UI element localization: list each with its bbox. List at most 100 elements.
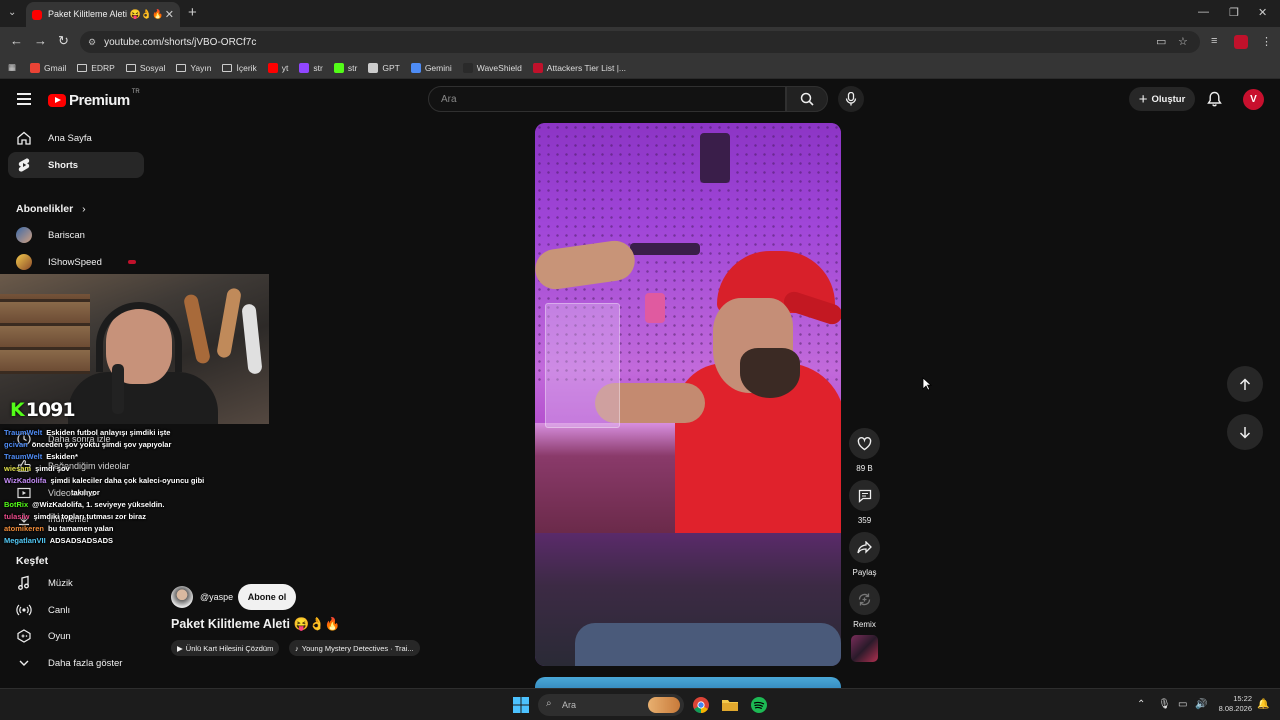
close-window-button[interactable]: ✕ (1258, 6, 1267, 19)
browser-tab-active[interactable]: Paket Kilitleme Aleti 😝👌🔥 ✕ (26, 2, 180, 27)
comments-action[interactable]: 359 (849, 480, 880, 525)
music-note-icon (18, 575, 29, 590)
remix-button[interactable] (849, 584, 880, 615)
sidebar-item-label: Canlı (48, 604, 71, 616)
chip-label: Ünlü Kart Hilesini Çözdüm (185, 643, 274, 653)
network-icon[interactable]: ▭ (1178, 699, 1187, 710)
sidebar-show-more[interactable]: Daha fazla göster (8, 650, 144, 676)
live-indicator-icon (128, 260, 136, 264)
restore-button[interactable]: ❐ (1229, 6, 1239, 19)
bookmark-item[interactable]: Gmail (30, 62, 66, 73)
bookmark-label: GPT (382, 62, 400, 73)
bookmark-item[interactable]: yt (267, 62, 288, 73)
tray-mic-icon[interactable]: 🎙 (1158, 699, 1171, 710)
tierlist-icon (532, 62, 543, 73)
folder-icon (176, 63, 187, 72)
windows-taskbar: ⌕ Ara ⌃ 🎙 ▭ 🔊 15:22 8.08.2026 🔔 (0, 688, 1280, 720)
new-tab-button[interactable]: + (188, 4, 197, 21)
gamepad-icon (17, 629, 31, 643)
previous-short-button[interactable] (1227, 366, 1263, 402)
subscribe-button[interactable]: Abone ol (238, 584, 296, 610)
comment-count: 359 (857, 516, 872, 525)
windows-start-icon[interactable] (512, 696, 530, 714)
chat-username: TraumWelt (4, 428, 43, 437)
close-tab-icon[interactable]: ✕ (165, 8, 174, 21)
reload-icon[interactable]: ↻ (58, 33, 69, 49)
sound-thumbnail[interactable] (851, 635, 878, 662)
bookmark-label: str (313, 62, 323, 73)
bookmark-item[interactable]: Sosyal (125, 63, 165, 73)
hamburger-menu-icon[interactable] (17, 93, 31, 105)
youtube-premium-logo[interactable]: Premium TR (48, 89, 140, 109)
voice-search-button[interactable] (838, 86, 864, 112)
search-button[interactable] (786, 86, 828, 112)
music-note-icon: ♪ (295, 643, 299, 653)
apps-grid-icon[interactable]: ▦ (8, 62, 16, 73)
comments-button[interactable] (849, 480, 880, 511)
bookmark-item[interactable]: Yayın (176, 63, 211, 73)
bookmark-label: Yayın (190, 62, 212, 73)
account-avatar[interactable]: V (1243, 89, 1264, 110)
notification-center-icon[interactable]: 🔔 (1257, 699, 1269, 710)
sidebar-item-gaming[interactable]: Oyun (8, 623, 144, 649)
sidebar-item-live[interactable]: Canlı (8, 597, 144, 623)
chrome-icon[interactable] (692, 696, 710, 714)
comment-icon (858, 489, 871, 503)
forward-icon[interactable]: → (34, 33, 47, 48)
chatgpt-icon (368, 62, 379, 73)
chat-username: MegatlanVII (4, 536, 46, 545)
guitar-decor (216, 287, 242, 359)
file-explorer-icon[interactable] (721, 696, 739, 714)
chat-text: şimdiki topları tutması zor biraz (33, 512, 146, 521)
share-action[interactable]: Paylaş (849, 532, 880, 577)
extension-icon[interactable] (1234, 35, 1248, 49)
sidebar-item-shorts[interactable]: Shorts (8, 152, 144, 178)
related-video-chip[interactable]: ▶ Ünlü Kart Hilesini Çözdüm (171, 640, 280, 656)
taskbar-search[interactable]: ⌕ Ara (538, 694, 684, 716)
sound-chip[interactable]: ♪ Young Mystery Detectives · Trai... (289, 640, 420, 656)
back-icon[interactable]: ← (10, 33, 23, 48)
country-code: TR (131, 89, 140, 95)
volume-icon[interactable]: 🔊 (1195, 699, 1207, 710)
arrow-down-icon (1239, 426, 1251, 439)
notifications-bell-icon[interactable] (1207, 91, 1222, 107)
chat-username: WizKadolifa (4, 476, 47, 485)
sidebar-item-home[interactable]: Ana Sayfa (8, 125, 144, 151)
like-button[interactable] (849, 428, 880, 459)
search-input[interactable]: Ara (428, 86, 786, 112)
chat-message: WizKadolifa şimdi kaleciler daha çok kale… (4, 475, 264, 487)
channel-avatar[interactable] (171, 586, 193, 608)
tab-search-dropdown-icon[interactable]: ⌄ (8, 7, 16, 18)
menu-kebab-icon[interactable]: ⋮ (1261, 35, 1272, 48)
bookmark-item[interactable]: WaveShield (462, 62, 522, 73)
subscriptions-header[interactable]: Abonelikler › (16, 203, 86, 215)
arrow-up-icon (1239, 377, 1251, 390)
site-info-icon[interactable]: ⚙ (88, 37, 96, 48)
short-title: Paket Kilitleme Aleti 😝👌🔥 (171, 617, 341, 631)
sidebar-item-music[interactable]: Müzik (8, 570, 144, 596)
address-bar[interactable]: ⚙ youtube.com/shorts/jVBO-ORCf7c (80, 31, 1200, 53)
bookmark-item[interactable]: EDRP (77, 63, 115, 73)
bookmark-item[interactable]: İçerik (222, 63, 257, 73)
bookmark-item[interactable]: str (333, 62, 357, 73)
bookmark-item[interactable]: GPT (368, 62, 400, 73)
bookmark-item[interactable]: Attackers Tier List |... (532, 62, 626, 73)
bookmark-star-icon[interactable]: ☆ (1178, 35, 1188, 48)
like-action[interactable]: 89 B (849, 428, 880, 473)
share-button[interactable] (849, 532, 880, 563)
bookmark-item[interactable]: str (299, 62, 323, 73)
next-short-button[interactable] (1227, 414, 1263, 450)
system-clock[interactable]: 15:22 8.08.2026 (1212, 694, 1252, 714)
sidebar-sub-bariscan[interactable]: Bariscan (8, 222, 144, 248)
channel-handle[interactable]: @yaspe (200, 592, 233, 602)
short-video-player[interactable] (535, 123, 841, 666)
remix-action[interactable]: Remix (849, 584, 880, 629)
create-button[interactable]: + Oluştur (1129, 87, 1195, 111)
sidebar-sub-ishowspeed[interactable]: IShowSpeed (8, 249, 144, 275)
bookmark-item[interactable]: Gemini (410, 62, 452, 73)
spotify-icon[interactable] (750, 696, 768, 714)
media-controls-icon[interactable]: ≡ (1211, 35, 1217, 47)
minimize-button[interactable]: — (1198, 6, 1209, 18)
tray-overflow-icon[interactable]: ⌃ (1137, 699, 1145, 710)
cast-icon[interactable]: ▭ (1156, 35, 1166, 48)
